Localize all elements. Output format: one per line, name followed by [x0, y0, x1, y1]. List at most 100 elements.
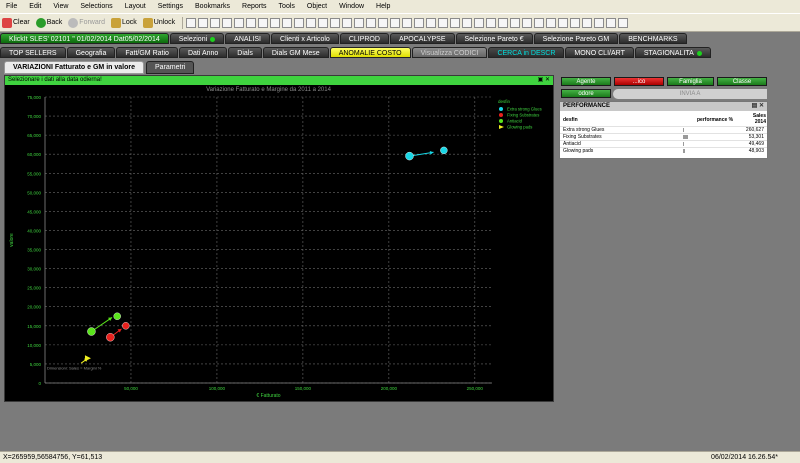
tab-visualizza-codici[interactable]: Visualizza CODICI [411, 47, 488, 58]
menu-settings[interactable]: Settings [152, 3, 189, 10]
status-bar: X=265959,56584756, Y=61,513 06/02/2014 1… [0, 451, 800, 463]
tab-klickit-sles-02101-01-02-2014-dat05-02-2014[interactable]: KlickIt SLES' 02101 '' 01/02/2014 Dat05/… [0, 33, 169, 44]
menu-tools[interactable]: Tools [273, 3, 301, 10]
tab-benchmarks[interactable]: BENCHMARKS [619, 33, 687, 44]
y-tick-label: 55,000 [27, 171, 41, 176]
menu-selections[interactable]: Selections [74, 3, 118, 10]
toolbar-tool-icon[interactable] [282, 17, 293, 28]
unlock-button[interactable]: Unlock [141, 16, 177, 29]
table-row[interactable]: Antiacid 49,469 [560, 140, 767, 147]
tab-selezioni[interactable]: Selezioni [169, 33, 225, 44]
menu-file[interactable]: File [0, 3, 23, 10]
tab-analisi[interactable]: ANALISI [225, 33, 271, 44]
toolbar-tool-icon[interactable] [522, 17, 533, 28]
tab-dials[interactable]: Dials [228, 47, 262, 58]
toolbar-tool-icon[interactable] [222, 17, 233, 28]
toolbar-tool-icon[interactable] [198, 17, 209, 28]
tab-geografia[interactable]: Geografia [66, 47, 116, 58]
panel-controls-icon[interactable]: ▣ ✕ [538, 76, 550, 85]
forward-button[interactable]: Forward [66, 16, 107, 29]
tab-dials-gm-mese[interactable]: Dials GM Mese [262, 47, 329, 58]
tab-selezione-pareto[interactable]: Selezione Pareto € [455, 33, 533, 44]
data-point [440, 146, 448, 155]
table-row[interactable]: Extra strong Glues 260,627 [560, 126, 767, 133]
famiglia-button[interactable]: Famiglia [667, 77, 714, 86]
toolbar-tool-icon[interactable] [462, 17, 473, 28]
filter-red-button[interactable]: ...ico [614, 77, 664, 86]
toolbar-tool-icon[interactable] [330, 17, 341, 28]
tab-dati-anno[interactable]: Dati Anno [178, 47, 228, 58]
toolbar-tool-icon[interactable] [534, 17, 545, 28]
toolbar-tool-icon[interactable] [378, 17, 389, 28]
forward-arrow-icon [68, 17, 79, 28]
performance-bar [683, 142, 685, 146]
menu-bookmarks[interactable]: Bookmarks [189, 3, 236, 10]
toolbar-tool-icon[interactable] [246, 17, 257, 28]
tab-cerca-in-descr[interactable]: CERCA in DESCR [488, 47, 565, 58]
toolbar-tool-icon[interactable] [618, 17, 629, 28]
toolbar-tool-icon[interactable] [294, 17, 305, 28]
clear-button[interactable]: Clear [0, 16, 32, 29]
agente-button[interactable]: Agente [561, 77, 611, 86]
toolbar-tool-icon[interactable] [342, 17, 353, 28]
toolbar-tool-icon[interactable] [594, 17, 605, 28]
toolbar-tool-icon[interactable] [474, 17, 485, 28]
toolbar-tool-icon[interactable] [354, 17, 365, 28]
toolbar-tool-icon[interactable] [558, 17, 569, 28]
tab-selezione-pareto-gm[interactable]: Selezione Pareto GM [533, 33, 619, 44]
toolbar-tool-icon[interactable] [414, 17, 425, 28]
lock-button[interactable]: Lock [109, 16, 139, 29]
back-button[interactable]: Back [34, 16, 65, 29]
subtab-parametri[interactable]: Parametri [146, 61, 195, 74]
menu-reports[interactable]: Reports [236, 3, 273, 10]
toolbar-tool-icon[interactable] [390, 17, 401, 28]
menu-edit[interactable]: Edit [23, 3, 47, 10]
invia-a-button[interactable]: INVIA A [613, 89, 767, 99]
toolbar-tool-icon[interactable] [270, 17, 281, 28]
toolbar-tool-icon[interactable] [186, 17, 197, 28]
menu-object[interactable]: Object [301, 3, 333, 10]
legend-label: Glowing pads [507, 125, 532, 130]
subtab-variazioni[interactable]: VARIAZIONI Fatturato e GM in valore [4, 61, 144, 74]
toolbar-tool-icon[interactable] [486, 17, 497, 28]
menu-view[interactable]: View [47, 3, 74, 10]
table-row[interactable]: Glowing pads 48,903 [560, 147, 767, 154]
chart-title: Variazione Fatturato e Margine da 2011 a… [206, 87, 332, 93]
tab-stagionalita[interactable]: STAGIONALITA [634, 47, 711, 58]
odore-button[interactable]: odore [561, 89, 611, 98]
tab-apocalypse[interactable]: APOCALYPSE [389, 33, 455, 44]
data-point [113, 312, 121, 320]
tab-anomalie-costo[interactable]: ANOMALIE COSTO [329, 47, 411, 58]
toolbar-tool-icon[interactable] [318, 17, 329, 28]
classe-button[interactable]: Classe [717, 77, 767, 86]
toolbar-tool-icon[interactable] [438, 17, 449, 28]
table-row[interactable]: Fixing Substrates 53,301 [560, 133, 767, 140]
status-dot-icon [210, 36, 216, 42]
toolbar-tool-icon[interactable] [402, 17, 413, 28]
menu-window[interactable]: Window [333, 3, 370, 10]
toolbar-tool-icon[interactable] [606, 17, 617, 28]
performance-controls-icon[interactable]: ▤ ✕ [752, 102, 764, 111]
toolbar-tool-icon[interactable] [426, 17, 437, 28]
toolbar-tool-icon[interactable] [510, 17, 521, 28]
toolbar-tool-icon[interactable] [210, 17, 221, 28]
toolbar-tool-icon[interactable] [306, 17, 317, 28]
toolbar-tool-icon[interactable] [582, 17, 593, 28]
toolbar-tool-icon[interactable] [366, 17, 377, 28]
tab-top-sellers[interactable]: TOP SELLERS [0, 47, 66, 58]
row-sales: 48,903 [748, 148, 764, 154]
tab-label: Geografia [75, 50, 107, 57]
toolbar-tool-icon[interactable] [450, 17, 461, 28]
toolbar-tool-icon[interactable] [546, 17, 557, 28]
tab-cliprod[interactable]: CLIPROD [339, 33, 389, 44]
x-axis-label: € Fatturato [256, 393, 280, 399]
tab-clienti-x-articolo[interactable]: Clienti x Articolo [271, 33, 339, 44]
toolbar-tool-icon[interactable] [498, 17, 509, 28]
toolbar-tool-icon[interactable] [234, 17, 245, 28]
menu-layout[interactable]: Layout [119, 3, 152, 10]
menu-help[interactable]: Help [370, 3, 396, 10]
toolbar-tool-icon[interactable] [258, 17, 269, 28]
toolbar-tool-icon[interactable] [570, 17, 581, 28]
tab-fatt-gm-ratio[interactable]: Fatt/GM Ratio [116, 47, 178, 58]
tab-mono-cli-art[interactable]: MONO CLI/ART [565, 47, 634, 58]
